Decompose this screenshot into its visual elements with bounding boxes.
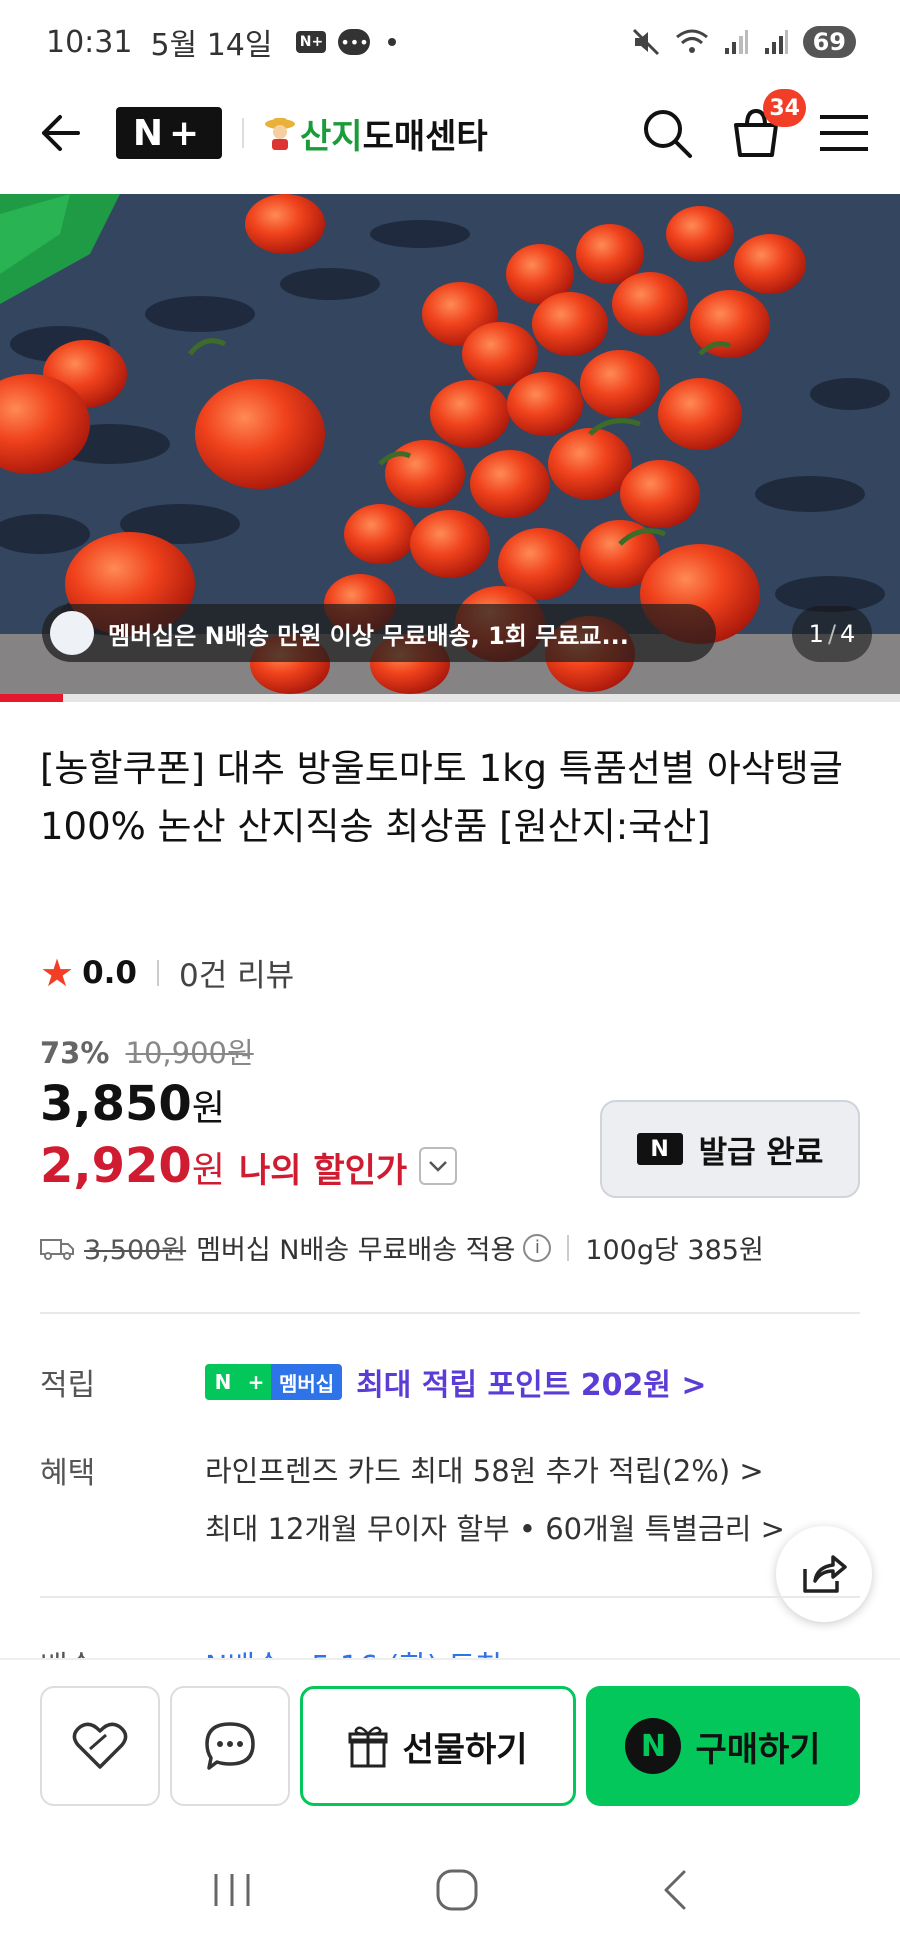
rating-row[interactable]: ★ 0.0 0건 리뷰 — [40, 950, 294, 995]
buy-label: 구매하기 — [695, 1729, 821, 1770]
my-discount-price: 2,920 원 나의 할인가 — [40, 1138, 458, 1194]
battery-indicator: 69 — [802, 26, 856, 58]
image-counter-sep: / — [827, 620, 837, 648]
buy-button[interactable]: N 구매하기 — [586, 1686, 860, 1806]
membership-promo-banner[interactable]: 멤버십은 N배송 만원 이상 무료배송, 1회 무료교... — [42, 604, 716, 662]
review-count[interactable]: 0건 리뷰 — [179, 950, 294, 995]
naver-pay-n-icon: N — [625, 1718, 682, 1774]
carousel-progress-fill — [0, 694, 63, 702]
bottom-action-bar: 선물하기 N 구매하기 — [0, 1658, 900, 1808]
original-price: 10,900원 — [125, 1036, 254, 1070]
image-counter-current: 1 — [808, 620, 824, 648]
membership-badge-text: 멤버십 — [271, 1364, 343, 1400]
gift-icon — [348, 1726, 388, 1768]
my-price-unit: 원 — [191, 1150, 225, 1191]
nplus-logo[interactable]: N+ — [116, 107, 222, 159]
store-name-rest: 도매센타 — [362, 116, 488, 157]
heart-icon — [72, 1722, 128, 1769]
talk-talk-button[interactable] — [170, 1686, 290, 1806]
status-date: 5월 14일 — [150, 28, 273, 63]
carousel-progress-track — [0, 694, 900, 702]
shipping-info: 3,500원 멤버십 N배송 무료배송 적용 i 100g당 385원 — [40, 1228, 764, 1267]
membership-badge: N + 멤버십 — [205, 1364, 343, 1400]
chevron-down-icon — [429, 1161, 448, 1172]
store-name: 산지도매센타 — [300, 109, 488, 158]
more-notifications-icon — [388, 38, 397, 46]
signal-icon-2 — [764, 30, 788, 54]
header-actions: 34 — [640, 89, 870, 161]
status-icons: 69 — [631, 26, 856, 58]
shipping-text: 멤버십 N배송 무료배송 적용 — [196, 1235, 516, 1266]
installment-benefit-link[interactable]: 최대 12개월 무이자 할부 • 60개월 특별금리 > — [205, 1506, 785, 1548]
discount-percent: 73% — [40, 1036, 110, 1070]
gift-label: 선물하기 — [402, 1729, 528, 1770]
discount-row: 73% 10,900원 — [40, 1030, 254, 1072]
delivery-label: 배송 — [40, 1650, 95, 1658]
arrow-left-icon — [42, 115, 80, 151]
card-benefit-link[interactable]: 라인프렌즈 카드 최대 58원 추가 적립(2%) > — [205, 1448, 764, 1490]
shipping-divider — [567, 1234, 570, 1261]
coupon-issued-button[interactable]: N 발급 완료 — [600, 1100, 860, 1198]
truck-icon — [40, 1238, 74, 1260]
home-icon[interactable] — [434, 1867, 480, 1913]
chat-notification-icon: ••• — [338, 29, 371, 55]
status-bar: 10:31 5월 14일 N+ ••• 69 — [0, 0, 900, 84]
image-counter: 1 / 4 — [792, 606, 872, 662]
nplus-notification-icon: N+ — [296, 31, 327, 53]
benefits-label: 혜택 — [40, 1456, 96, 1491]
menu-icon[interactable] — [818, 113, 870, 153]
my-price-dropdown[interactable] — [419, 1147, 458, 1185]
store-name-highlight: 산지 — [300, 116, 363, 157]
image-counter-total: 4 — [840, 620, 856, 648]
recent-apps-icon[interactable] — [210, 1870, 254, 1910]
points-label: 적립 — [40, 1368, 96, 1403]
signal-icon — [724, 30, 748, 54]
promo-text: 멤버십은 N배송 만원 이상 무료배송, 1회 무료교... — [108, 621, 629, 650]
max-points-text[interactable]: 최대 적립 포인트 202원 > — [356, 1360, 706, 1404]
sale-price: 3,850원 — [40, 1076, 225, 1132]
search-icon[interactable] — [640, 106, 694, 160]
unit-price: 100g당 385원 — [585, 1235, 764, 1266]
gift-button[interactable]: 선물하기 — [300, 1686, 576, 1806]
store-logo[interactable]: 산지도매센타 — [264, 109, 488, 158]
cart-button[interactable]: 34 — [728, 89, 806, 161]
system-navigation-bar — [0, 1830, 900, 1950]
delivery-row-partial: 배송 N배송 · 5.16 (화) 도착 — [40, 1642, 860, 1658]
my-price-amount: 2,920 — [40, 1138, 192, 1194]
promo-avatar — [50, 611, 94, 655]
points-row[interactable]: N + 멤버십 최대 적립 포인트 202원 > — [205, 1360, 707, 1404]
product-image-carousel[interactable]: 멤버십은 N배송 만원 이상 무료배송, 1회 무료교... 1 / 4 — [0, 194, 900, 702]
back-nav-icon[interactable] — [660, 1868, 690, 1912]
naver-n-icon: N — [636, 1133, 683, 1165]
info-icon[interactable]: i — [523, 1233, 552, 1262]
farmer-mascot-icon — [265, 118, 295, 150]
product-title: [농할쿠폰] 대추 방울토마토 1kg 특품선별 아삭탱글 100% 논산 산지… — [40, 747, 843, 848]
section-divider — [40, 1312, 860, 1314]
membership-badge-n: N — [205, 1364, 241, 1400]
app-header: N+ 산지도매센타 34 — [0, 89, 900, 176]
cart-count-badge: 34 — [763, 89, 806, 127]
chat-bubble-icon — [205, 1722, 255, 1770]
rating-score: 0.0 — [82, 954, 137, 991]
my-price-label: 나의 할인가 — [238, 1151, 408, 1191]
wifi-icon — [675, 29, 708, 53]
notification-icons: N+ ••• — [296, 29, 397, 55]
share-button[interactable] — [776, 1526, 872, 1622]
star-icon: ★ — [40, 950, 75, 995]
share-icon — [803, 1555, 847, 1593]
sale-price-unit: 원 — [191, 1088, 225, 1129]
wishlist-button[interactable] — [40, 1686, 160, 1806]
section-divider-2 — [40, 1596, 860, 1598]
membership-badge-plus: + — [241, 1364, 271, 1400]
header-divider — [242, 118, 244, 148]
rating-divider — [157, 959, 159, 986]
back-button[interactable] — [30, 103, 90, 163]
old-shipping-fee: 3,500원 — [84, 1235, 187, 1266]
coupon-label: 발급 완료 — [698, 1134, 824, 1171]
status-time: 10:31 — [46, 24, 133, 60]
mute-icon — [632, 28, 659, 56]
delivery-text: N배송 · 5.16 (화) 도착 — [205, 1642, 503, 1658]
sale-price-amount: 3,850 — [40, 1076, 192, 1132]
